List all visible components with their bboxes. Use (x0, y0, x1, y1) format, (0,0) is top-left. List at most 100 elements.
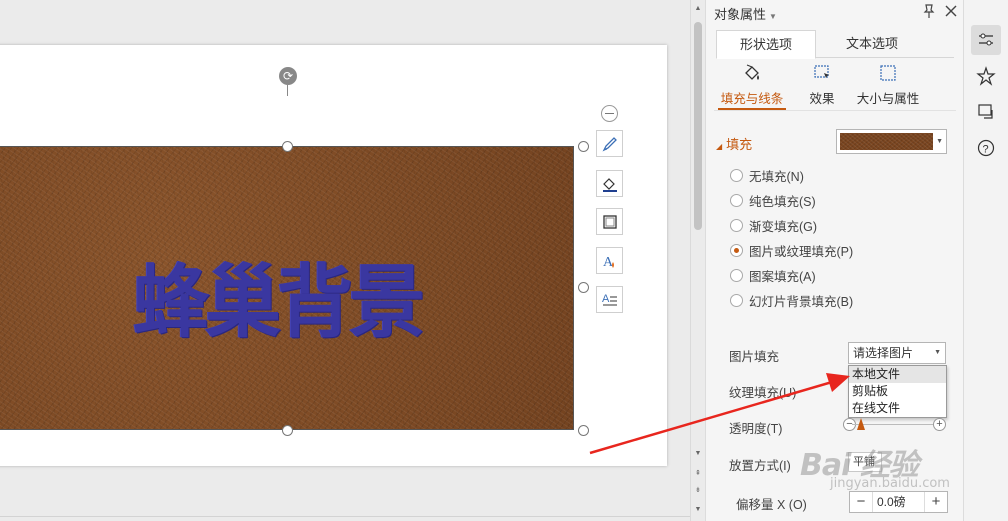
placement-label: 放置方式(I) (729, 459, 791, 473)
pin-icon[interactable] (920, 2, 938, 20)
collapse-toolbar-icon[interactable] (601, 105, 618, 122)
text-shape-leather-fill[interactable]: 蜂巢背景 (0, 146, 574, 430)
transition-icon (978, 104, 993, 119)
scroll-up-icon[interactable]: ▲ (693, 4, 703, 14)
transparency-slider[interactable] (852, 424, 942, 425)
slide-canvas-area: 蜂巢背景 ⟳ A A (0, 0, 690, 521)
offset-x-stepper[interactable]: − 0.0磅 + (849, 491, 948, 513)
radio-label: 纯色填充(S) (749, 194, 816, 209)
transparency-label: 透明度(T) (729, 422, 783, 436)
resize-handle-bottom[interactable] (282, 425, 293, 436)
scroll-down-icon[interactable]: ▼ (693, 449, 703, 459)
chevron-down-icon: ▼ (934, 349, 941, 356)
menu-item-local-file[interactable]: 本地文件 (849, 366, 946, 383)
canvas-vertical-scrollbar[interactable]: ▲ ▼ ⇞ ⇟ ▼ (690, 0, 705, 521)
resize-handle-bottom-right[interactable] (578, 425, 589, 436)
help-icon: ? (977, 139, 995, 157)
divider (714, 110, 956, 111)
transparency-increase-icon[interactable]: + (933, 418, 946, 431)
radio-pattern-fill[interactable]: 图案填充(A) (730, 266, 816, 284)
svg-text:A: A (602, 293, 610, 305)
radio-button[interactable] (730, 218, 743, 232)
shape-text[interactable]: 蜂巢背景 (0, 237, 564, 353)
baidu-watermark-logo: Bai 经验 jingyan.baidu.com (800, 440, 950, 491)
shape-fill-button[interactable] (596, 170, 623, 197)
subtab-label: 大小与属性 (856, 92, 920, 106)
radio-label: 图案填充(A) (749, 269, 816, 284)
page-down-icon[interactable]: ⇟ (693, 486, 703, 496)
slide[interactable]: 蜂巢背景 (0, 45, 667, 466)
shape-outline-button[interactable] (596, 208, 623, 235)
offset-x-label: 偏移量 X (O) (736, 498, 807, 512)
close-icon[interactable] (942, 2, 960, 20)
panel-title-text: 对象属性 (714, 7, 767, 22)
menu-item-online-file[interactable]: 在线文件 (849, 400, 946, 417)
effects-icon (814, 65, 829, 78)
svg-text:?: ? (983, 144, 989, 156)
resize-handle-top-right[interactable] (578, 141, 589, 152)
right-sidebar: ? (963, 0, 1008, 521)
tab-text-options[interactable]: 文本选项 (822, 30, 922, 59)
radio-label: 无填充(N) (749, 169, 804, 184)
subtab-label: 填充与线条 (720, 92, 784, 106)
watermark-url: jingyan.baidu.com (830, 476, 950, 491)
properties-panel-button[interactable] (971, 25, 1001, 55)
decrement-icon[interactable]: − (850, 492, 872, 512)
text-wrap-icon: A (602, 293, 617, 305)
radio-label: 幻灯片背景填充(B) (749, 294, 854, 309)
page-up-icon[interactable]: ⇞ (693, 469, 703, 479)
fill-preview-dropdown[interactable]: ▼ (836, 129, 947, 154)
horizontal-ruler-line (0, 516, 690, 517)
subtab-size-and-properties[interactable]: 大小与属性 (848, 62, 928, 107)
radio-button-selected[interactable] (730, 243, 743, 257)
subtab-label: 效果 (809, 92, 835, 106)
size-properties-icon (880, 65, 896, 81)
slide-transition-button[interactable] (971, 97, 1001, 127)
scroll-bottom-icon[interactable]: ▼ (693, 505, 703, 515)
panel-title[interactable]: 对象属性 ▼ (714, 4, 777, 23)
fill-line-icon (745, 64, 759, 80)
radio-gradient-fill[interactable]: 渐变填充(G) (730, 216, 817, 234)
texture-swatch (840, 133, 933, 150)
picture-source-menu: 本地文件 剪贴板 在线文件 (848, 365, 947, 418)
animation-button[interactable] (971, 61, 1001, 91)
radio-button[interactable] (730, 293, 743, 307)
radio-no-fill[interactable]: 无填充(N) (730, 166, 804, 184)
picture-fill-select[interactable]: 请选择图片 ▼ (848, 342, 946, 364)
offset-x-value[interactable]: 0.0磅 (872, 492, 925, 512)
shape-style-button[interactable] (596, 130, 623, 157)
radio-slide-background-fill[interactable]: 幻灯片背景填充(B) (730, 291, 853, 309)
svg-text:A: A (603, 255, 614, 270)
subtab-fill-and-line[interactable]: 填充与线条 (712, 62, 792, 107)
radio-picture-texture-fill[interactable]: 图片或纹理填充(P) (730, 241, 853, 259)
picture-fill-value: 请选择图片 (853, 346, 914, 360)
triangle-expanded-icon: ◢ (716, 142, 723, 151)
resize-handle-right[interactable] (578, 282, 589, 293)
tab-shape-options[interactable]: 形状选项 (716, 30, 816, 59)
radio-label: 图片或纹理填充(P) (749, 244, 854, 259)
chevron-down-icon: ▼ (936, 138, 943, 145)
radio-label: 渐变填充(G) (749, 219, 818, 234)
brush-icon (602, 136, 617, 151)
fill-section-label: 填充 (726, 137, 753, 152)
text-fill-icon: A (603, 255, 614, 270)
menu-item-clipboard[interactable]: 剪贴板 (849, 383, 946, 400)
chevron-down-icon: ▼ (769, 12, 777, 21)
scrollbar-thumb[interactable] (694, 22, 702, 230)
text-fill-button[interactable]: A (596, 247, 623, 274)
radio-button[interactable] (730, 193, 743, 207)
outline-box-icon (602, 214, 617, 229)
radio-solid-fill[interactable]: 纯色填充(S) (730, 191, 816, 209)
fill-section-header[interactable]: ◢ 填充 (716, 134, 752, 153)
increment-icon[interactable]: + (925, 492, 947, 512)
star-icon (976, 66, 996, 86)
fill-bucket-icon (602, 177, 617, 192)
help-button[interactable]: ? (971, 133, 1001, 163)
panel-tabs: 形状选项 文本选项 (716, 30, 954, 59)
sliders-icon (979, 33, 993, 46)
text-wrap-button[interactable]: A (596, 286, 623, 313)
radio-button[interactable] (730, 168, 743, 182)
resize-handle-top[interactable] (282, 141, 293, 152)
rotate-handle-icon[interactable]: ⟳ (279, 67, 297, 85)
radio-button[interactable] (730, 268, 743, 282)
